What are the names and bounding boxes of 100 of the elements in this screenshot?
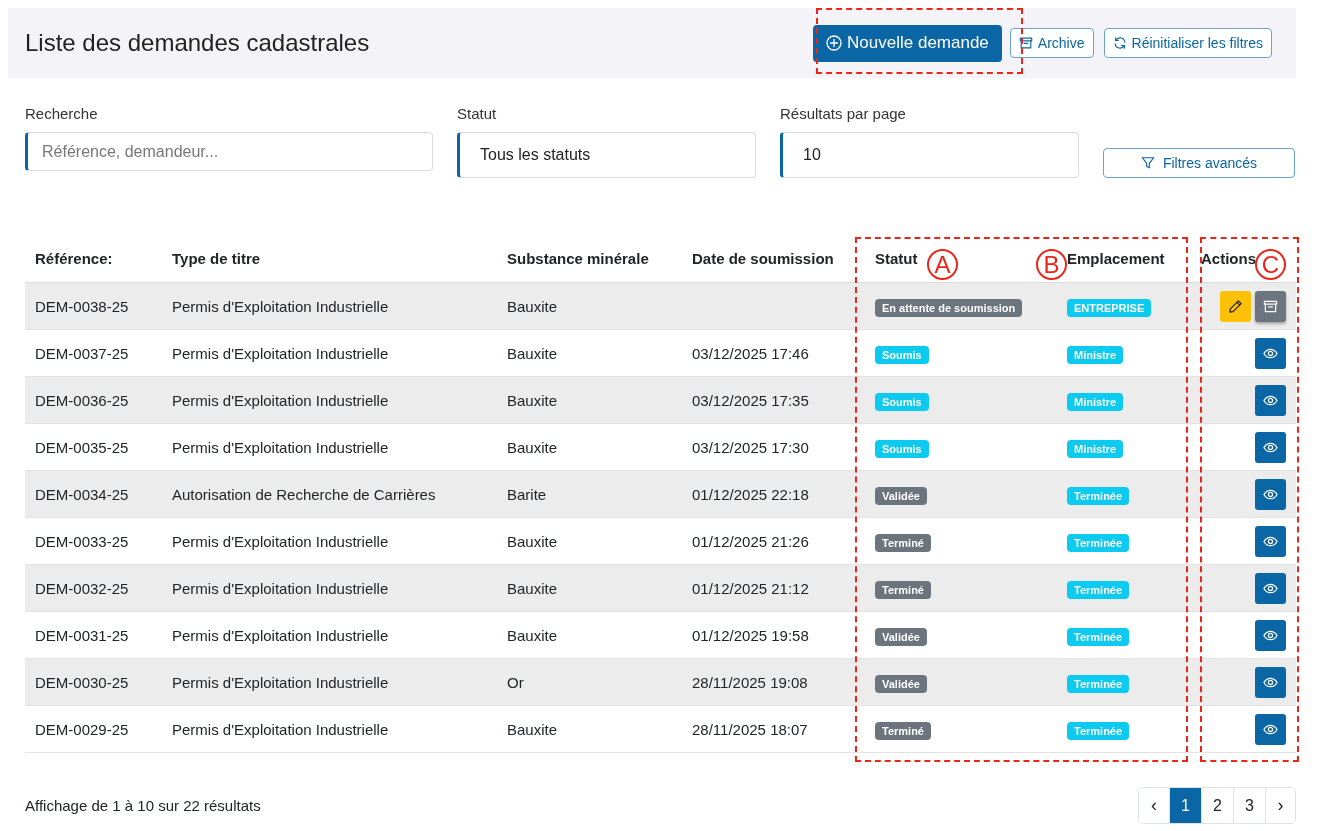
location-badge: Terminée [1067,486,1130,505]
table-cell: Bauxite [507,344,558,362]
next-page-button[interactable]: › [1265,788,1295,823]
edit-button[interactable] [1220,290,1251,322]
location-badge: ENTREPRISE [1067,298,1152,317]
column-header: Type de titre [172,249,261,267]
reset-filters-button[interactable]: Réinitialiser les filtres [1103,28,1272,58]
status-badge: Soumis [875,345,929,364]
advanced-filters-button[interactable]: Filtres avancés [1103,148,1295,178]
view-button[interactable] [1255,713,1286,745]
table-cell: Permis d'Exploitation Industrielle [172,673,389,691]
field-label: Résultats par page [780,105,907,122]
location-badge: Ministre [1067,392,1124,411]
column-header: Date de soumission [692,249,834,267]
table-cell: Permis d'Exploitation Industrielle [172,720,389,738]
callout-letter: A [927,249,958,280]
location-badge: Terminée [1067,533,1130,552]
archive-button[interactable]: Archive [1009,28,1094,58]
archive-button[interactable] [1255,290,1286,322]
table-cell: DEM-0038-25 [35,297,129,315]
table-cell: 01/12/2025 19:58 [692,626,809,644]
table-cell: Bauxite [507,720,558,738]
table-cell: Bauxite [507,532,558,550]
table-cell: Permis d'Exploitation Industrielle [172,391,389,409]
column-header: Statut [875,249,918,267]
table-cell: DEM-0029-25 [35,720,129,738]
table-cell: Bauxite [507,297,558,315]
status-badge: Validée [875,627,927,646]
table-cell: DEM-0033-25 [35,532,129,550]
table-cell: 03/12/2025 17:46 [692,344,809,362]
search-field[interactable]: Référence, demandeur... [25,132,433,171]
location-badge: Terminée [1067,580,1130,599]
location-badge: Terminée [1067,721,1130,740]
archive-icon [1018,36,1033,50]
view-button[interactable] [1255,666,1286,698]
view-button[interactable] [1255,478,1286,510]
table-cell: Permis d'Exploitation Industrielle [172,438,389,456]
table-cell: 28/11/2025 18:07 [692,720,808,738]
view-button[interactable] [1255,572,1286,604]
status-badge: Soumis [875,392,929,411]
status-badge: Validée [875,674,927,693]
callout-letter: B [1036,249,1067,280]
column-header: Référence: [35,249,113,267]
status-badge: Terminé [875,580,931,599]
view-button[interactable] [1255,384,1286,416]
table-cell: 01/12/2025 21:12 [692,579,809,597]
column-header: Actions [1201,249,1256,267]
status-select[interactable]: Tous les statuts [457,132,756,178]
location-badge: Terminée [1067,627,1130,646]
table-cell: 03/12/2025 17:35 [692,391,809,409]
table-cell: DEM-0034-25 [35,485,129,503]
table-cell: Bauxite [507,579,558,597]
field-label: Recherche [25,105,99,122]
archive-icon [1263,298,1278,314]
table-cell: Bauxite [507,438,558,456]
table-cell: Bauxite [507,391,558,409]
table-cell: 01/12/2025 21:26 [692,532,809,550]
location-badge: Ministre [1067,345,1124,364]
refresh-icon [1112,36,1127,50]
status-badge: Terminé [875,721,931,740]
table-cell: 03/12/2025 17:30 [692,438,809,456]
location-badge: Ministre [1067,439,1124,458]
table-cell: DEM-0036-25 [35,391,129,409]
table-cell: DEM-0031-25 [35,626,129,644]
table-cell: DEM-0037-25 [35,344,129,362]
column-header: Emplacement [1067,249,1165,267]
new-request-button[interactable]: Nouvelle demande [813,24,1002,62]
table-cell: Or [507,673,524,691]
status-badge: Soumis [875,439,929,458]
status-badge: En attente de soumission [875,298,1023,317]
pencil-icon [1228,298,1243,314]
page-button[interactable]: 1 [1169,788,1201,823]
table-cell: Permis d'Exploitation Industrielle [172,297,389,315]
filter-icon [1140,156,1155,170]
table-cell: DEM-0030-25 [35,673,129,691]
callout-letter: C [1255,249,1286,280]
table-cell: DEM-0035-25 [35,438,129,456]
table-cell: Permis d'Exploitation Industrielle [172,532,389,550]
table-cell: DEM-0032-25 [35,579,129,597]
location-badge: Terminée [1067,674,1130,693]
table-cell: Autorisation de Recherche de Carrières [172,485,436,503]
view-button[interactable] [1255,619,1286,651]
results-summary: Affichage de 1 à 10 sur 22 résultats [25,797,261,814]
status-badge: Validée [875,486,927,505]
field-label: Statut [457,105,498,122]
per-page-select[interactable]: 10 [780,132,1079,178]
table-cell: Permis d'Exploitation Industrielle [172,626,389,644]
status-badge: Terminé [875,533,931,552]
table-cell: Bauxite [507,626,558,644]
plus-circle-icon [826,35,843,51]
table-cell: Permis d'Exploitation Industrielle [172,344,389,362]
column-header: Substance minérale [507,249,649,267]
view-button[interactable] [1255,525,1286,557]
view-button[interactable] [1255,431,1286,463]
page-title: Liste des demandes cadastrales [25,29,370,57]
table-cell: Permis d'Exploitation Industrielle [172,579,389,597]
view-button[interactable] [1255,337,1286,369]
table-cell: 01/12/2025 22:18 [692,485,809,503]
table-cell: Barite [507,485,547,503]
table-cell: 28/11/2025 19:08 [692,673,808,691]
